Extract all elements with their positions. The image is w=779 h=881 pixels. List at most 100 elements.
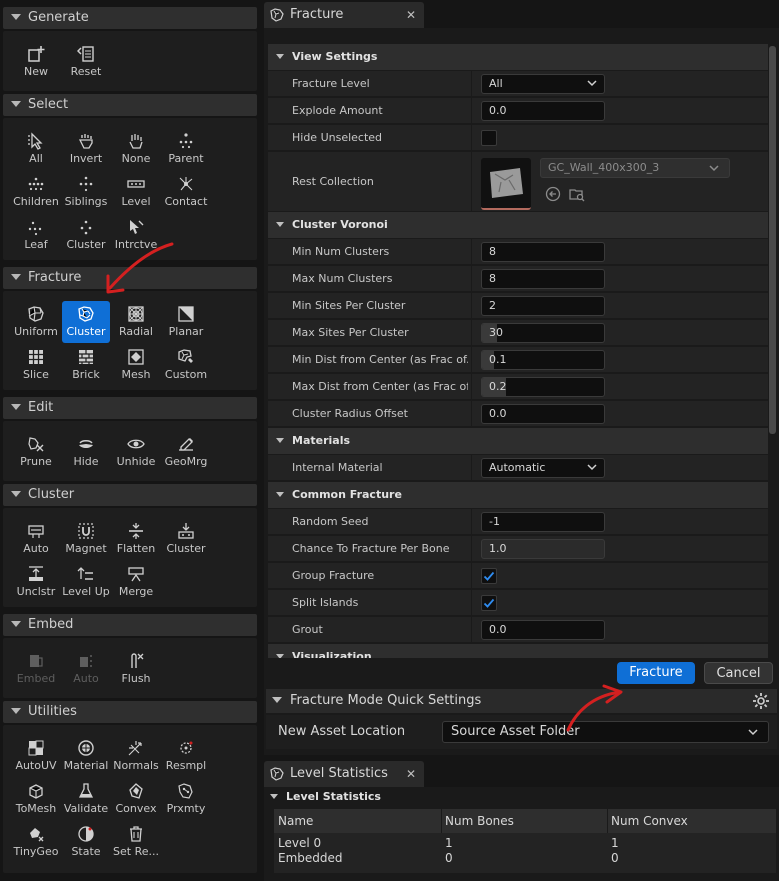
fracture-level-dropdown[interactable]: All — [481, 74, 605, 94]
gear-icon[interactable] — [752, 692, 770, 710]
tool-reset[interactable]: Reset — [62, 41, 110, 81]
cluster-radius-offset-input[interactable]: 0.0 — [481, 404, 605, 424]
min-num-clusters-input[interactable]: 8 — [481, 242, 605, 262]
tab-level-statistics[interactable]: Level Statistics ✕ — [264, 761, 424, 787]
chevron-down-icon — [587, 80, 597, 87]
section-header-select[interactable]: Select — [3, 94, 257, 116]
tool-fracture-radial[interactable]: Radial — [112, 301, 160, 341]
category-cluster-voronoi[interactable]: Cluster Voronoi — [268, 212, 768, 238]
category-common-fracture[interactable]: Common Fracture — [268, 482, 768, 508]
tool-select-cluster[interactable]: Cluster — [62, 214, 110, 254]
category-visualization[interactable]: Visualization — [268, 644, 768, 658]
max-dist-from-center-slider[interactable]: 0.2 — [481, 377, 605, 397]
section-header-fracture[interactable]: Fracture — [3, 267, 257, 289]
merge-icon — [128, 567, 144, 582]
tool-cluster-magnet[interactable]: Magnet — [62, 518, 110, 558]
tool-select-leaf[interactable]: Leaf — [12, 214, 60, 254]
tool-select-siblings[interactable]: Siblings — [62, 171, 110, 211]
section-header-utilities[interactable]: Utilities — [3, 701, 257, 723]
min-sites-per-cluster-input[interactable]: 2 — [481, 296, 605, 316]
tool-util-normals[interactable]: Normals — [112, 735, 160, 775]
tool-select-contact[interactable]: Contact — [162, 171, 210, 211]
scrollbar-thumb[interactable] — [769, 46, 776, 434]
tool-util-tomesh[interactable]: ToMesh — [12, 778, 60, 818]
close-tab-icon[interactable]: ✕ — [406, 761, 416, 787]
section-header-embed[interactable]: Embed — [3, 614, 257, 636]
tool-cluster-cluster[interactable]: Cluster — [162, 518, 210, 558]
tool-fracture-brick[interactable]: Brick — [62, 344, 110, 384]
tool-select-all[interactable]: All — [12, 128, 60, 168]
explode-amount-input[interactable]: 0.0 — [481, 101, 605, 121]
tool-embed-auto[interactable]: Auto — [62, 648, 110, 688]
group-fracture-checkbox[interactable] — [481, 568, 497, 584]
grout-input[interactable]: 0.0 — [481, 620, 605, 640]
tool-edit-hide[interactable]: Hide — [62, 431, 110, 471]
tool-edit-geomerge[interactable]: GeoMrg — [162, 431, 210, 471]
tool-select-none[interactable]: None — [112, 128, 160, 168]
max-sites-per-cluster-slider[interactable]: 30 — [481, 323, 605, 343]
tool-util-tinygeo[interactable]: TinyGeo — [12, 821, 60, 861]
tool-edit-unhide[interactable]: Unhide — [112, 431, 160, 471]
tool-select-parent[interactable]: Parent — [162, 128, 210, 168]
tool-fracture-mesh[interactable]: Mesh — [112, 344, 160, 384]
tool-util-proximity[interactable]: Prxmty — [162, 778, 210, 818]
tool-fracture-cluster[interactable]: Cluster — [62, 301, 110, 343]
tool-util-autouv[interactable]: AutoUV — [12, 735, 60, 775]
tool-util-resample[interactable]: Resmpl — [162, 735, 210, 775]
tool-cluster-flatten[interactable]: Flatten — [112, 518, 160, 558]
tool-fracture-planar[interactable]: Planar — [162, 301, 210, 341]
section-body-fracture: Uniform Cluster Radial Planar Slice Bric… — [3, 291, 257, 390]
column-header-num-convex[interactable]: Num Convex — [611, 809, 688, 833]
tool-util-state[interactable]: State — [62, 821, 110, 861]
quick-settings-header[interactable]: Fracture Mode Quick Settings — [266, 689, 777, 713]
tool-select-level[interactable]: Level — [112, 171, 160, 211]
column-header-name[interactable]: Name — [278, 809, 313, 833]
max-num-clusters-input[interactable]: 8 — [481, 269, 605, 289]
use-selected-arrow-icon[interactable] — [545, 186, 561, 202]
table-row[interactable]: Level 0 1 1 — [274, 836, 776, 851]
browse-folder-search-icon[interactable] — [569, 186, 585, 202]
tool-cluster-auto[interactable]: Auto — [12, 518, 60, 558]
tool-select-interactive[interactable]: Intrctve — [112, 214, 160, 254]
tool-cluster-uncluster[interactable]: Unclstr — [12, 561, 60, 601]
tool-fracture-slice[interactable]: Slice — [12, 344, 60, 384]
min-dist-from-center-slider[interactable]: 0.1 — [481, 350, 605, 370]
tool-util-material[interactable]: Material — [62, 735, 110, 775]
rest-collection-asset-picker[interactable]: GC_Wall_400x300_3 — [540, 158, 730, 178]
tab-fracture[interactable]: Fracture ✕ — [264, 2, 424, 28]
split-islands-checkbox[interactable] — [481, 595, 497, 611]
new-asset-location-dropdown[interactable]: Source Asset Folder — [442, 721, 769, 743]
details-scrollbar[interactable] — [769, 44, 776, 658]
column-header-num-bones[interactable]: Num Bones — [445, 809, 514, 833]
tool-cluster-merge[interactable]: Merge — [112, 561, 160, 601]
collapse-arrow-icon — [11, 620, 21, 627]
section-header-generate[interactable]: Generate — [3, 7, 257, 29]
row-rest-collection: Rest Collection GC_Wall_400x300_3 — [268, 152, 768, 212]
hide-unselected-checkbox[interactable] — [481, 130, 497, 146]
table-row[interactable]: Embedded 0 0 — [274, 851, 776, 866]
rest-collection-thumbnail[interactable] — [481, 158, 531, 210]
random-seed-input[interactable]: -1 — [481, 512, 605, 532]
internal-material-dropdown[interactable]: Automatic — [481, 458, 605, 478]
tool-util-convex[interactable]: Convex — [112, 778, 160, 818]
tool-util-validate[interactable]: Validate — [62, 778, 110, 818]
fracture-button[interactable]: Fracture — [617, 662, 695, 684]
tool-fracture-custom[interactable]: Custom — [162, 344, 210, 384]
tool-new[interactable]: New — [12, 41, 60, 81]
close-tab-icon[interactable]: ✕ — [406, 2, 416, 28]
tool-util-set-remove[interactable]: Set Re... — [112, 821, 160, 861]
level-statistics-header[interactable]: Level Statistics — [264, 787, 779, 807]
chance-to-fracture-input[interactable]: 1.0 — [481, 539, 605, 559]
category-view-settings[interactable]: View Settings — [268, 44, 768, 70]
tool-select-invert[interactable]: Invert — [62, 128, 110, 168]
tool-embed-flush[interactable]: Flush — [112, 648, 160, 688]
tool-edit-prune[interactable]: Prune — [12, 431, 60, 471]
tool-fracture-uniform[interactable]: Uniform — [12, 301, 60, 341]
cancel-button[interactable]: Cancel — [704, 662, 773, 684]
category-materials[interactable]: Materials — [268, 428, 768, 454]
tool-select-children[interactable]: Children — [12, 171, 60, 211]
section-header-edit[interactable]: Edit — [3, 397, 257, 419]
tool-embed-embed[interactable]: Embed — [12, 648, 60, 688]
tool-cluster-level-up[interactable]: Level Up — [62, 561, 110, 601]
section-header-cluster[interactable]: Cluster — [3, 484, 257, 506]
